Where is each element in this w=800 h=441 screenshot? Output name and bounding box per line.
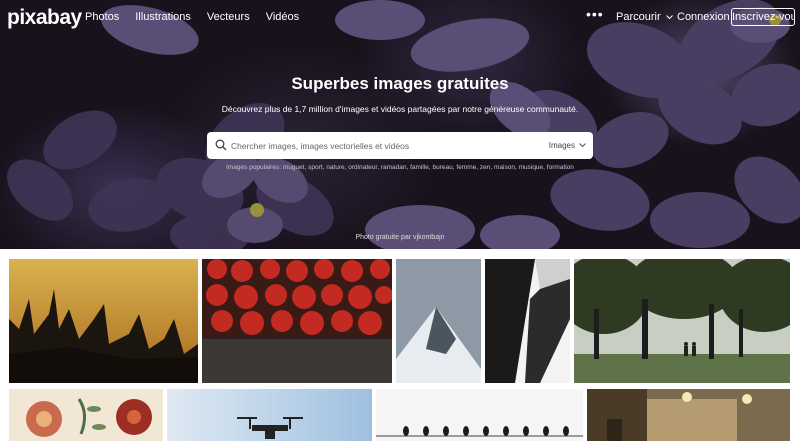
popular-prefix: Images populaires:	[226, 164, 281, 171]
popular-tag[interactable]: formation	[547, 164, 574, 171]
chevron-down-icon	[579, 143, 586, 148]
popular-tag[interactable]: famille	[410, 164, 429, 171]
cafe-image	[587, 389, 790, 441]
popular-tag[interactable]: muguet	[283, 164, 305, 171]
image-tile-floral-pattern[interactable]	[9, 389, 163, 441]
popular-tag[interactable]: sport	[308, 164, 322, 171]
top-navigation: pixabay Photos Illustrations Vecteurs Vi…	[0, 0, 800, 34]
login-link[interactable]: Connexion	[677, 11, 730, 23]
popular-tag[interactable]: ordinateur	[348, 164, 377, 171]
more-dots-icon[interactable]: •••	[586, 6, 604, 22]
browse-menu[interactable]: Parcourir	[616, 11, 673, 23]
image-tile-birds-on-wire[interactable]	[376, 389, 583, 441]
image-tile-cafe-interior[interactable]	[587, 389, 790, 441]
floral-pattern-image	[9, 389, 163, 441]
popular-tag[interactable]: bureau	[433, 164, 453, 171]
mountain-image	[396, 259, 481, 383]
hero-section: pixabay Photos Illustrations Vecteurs Vi…	[0, 0, 800, 249]
popular-tag[interactable]: ramadan	[381, 164, 407, 171]
concert-image	[9, 259, 198, 383]
hero-title: Superbes images gratuites	[291, 74, 509, 93]
nav-link-vectors[interactable]: Vecteurs	[207, 11, 250, 23]
popular-searches: Images populaires: muguet, sport, nature…	[226, 164, 574, 171]
hero-overlay	[0, 0, 800, 249]
nav-link-illustrations[interactable]: Illustrations	[135, 11, 191, 23]
pixabay-logo[interactable]: pixabay	[7, 6, 82, 30]
search-type-select[interactable]: Images	[549, 141, 586, 150]
signup-button[interactable]: Inscrivez-vous	[731, 8, 795, 26]
image-tile-drone[interactable]	[167, 389, 372, 441]
strawberries-image	[202, 259, 392, 383]
search-type-label: Images	[548, 141, 575, 150]
image-tile-architecture[interactable]	[485, 259, 570, 383]
birds-image	[376, 389, 583, 441]
popular-tag[interactable]: musique	[519, 164, 544, 171]
park-image	[574, 259, 790, 383]
drone-image	[167, 389, 372, 441]
image-tile-park-runners[interactable]	[574, 259, 790, 383]
search-input[interactable]	[231, 132, 531, 159]
image-tile-snowy-mountain[interactable]	[396, 259, 481, 383]
architecture-image	[485, 259, 570, 383]
search-icon[interactable]	[215, 139, 227, 151]
image-tile-concert-silhouettes[interactable]	[9, 259, 198, 383]
popular-tag[interactable]: nature	[326, 164, 344, 171]
main-nav-links: Photos Illustrations Vecteurs Vidéos	[85, 11, 315, 23]
search-bar: Images	[207, 132, 593, 159]
browse-label: Parcourir	[616, 11, 661, 23]
nav-link-videos[interactable]: Vidéos	[266, 11, 299, 23]
popular-tag[interactable]: femme	[456, 164, 476, 171]
popular-tag[interactable]: maison	[494, 164, 515, 171]
chevron-down-icon	[665, 14, 673, 19]
popular-tag[interactable]: zen	[480, 164, 490, 171]
image-tile-strawberries[interactable]	[202, 259, 392, 383]
nav-link-photos[interactable]: Photos	[85, 11, 119, 23]
photo-credit[interactable]: Photo gratuite par vjkombajn	[0, 234, 800, 241]
hero-subtitle: Découvrez plus de 1,7 million d'images e…	[221, 104, 579, 114]
